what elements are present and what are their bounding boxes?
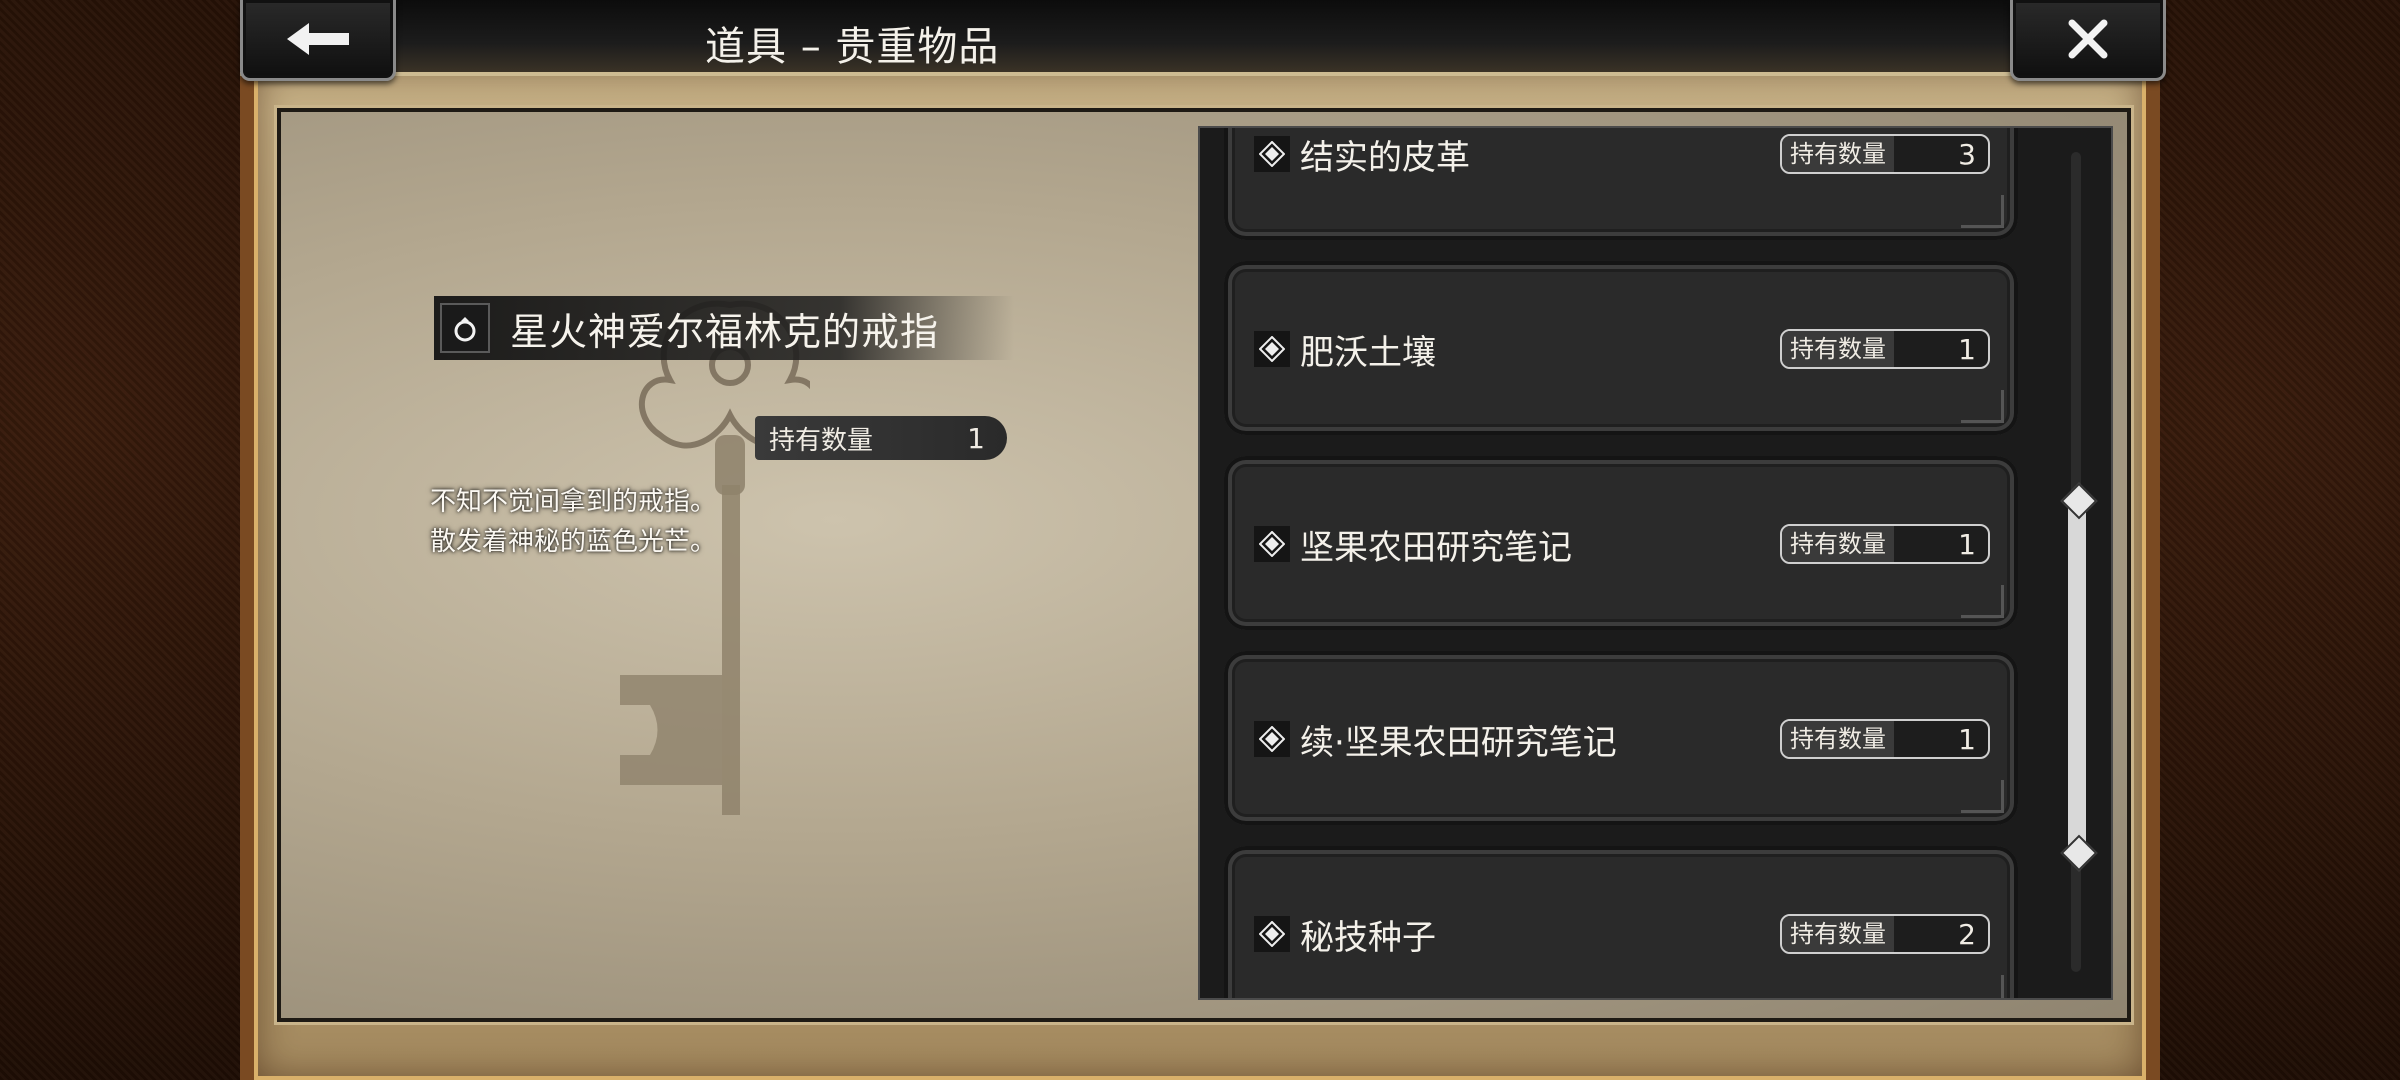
corner-ornament	[1961, 585, 2004, 618]
corner-ornament	[1961, 975, 2004, 998]
key-illustration	[620, 300, 810, 815]
left-leather-border	[0, 0, 240, 1080]
diamond-gem-icon	[1254, 136, 1290, 172]
item-count-badge: 持有数量 1	[1780, 524, 1990, 564]
count-label: 持有数量	[1782, 331, 1894, 367]
corner-ornament	[1961, 390, 2004, 423]
item-count-badge: 持有数量 1	[1780, 719, 1990, 759]
count-value: 3	[1958, 137, 1976, 171]
count-label: 持有数量	[769, 425, 874, 456]
close-x-icon	[2068, 19, 2108, 59]
selected-item-description: 不知不觉间拿到的戒指。 散发着神秘的蓝色光芒。	[430, 482, 716, 562]
selected-item-name: 星火神爱尔福林克的戒指	[510, 309, 940, 354]
diamond-gem-icon	[1254, 721, 1290, 757]
ring-icon	[440, 303, 490, 353]
count-label: 持有数量	[1782, 136, 1894, 172]
arrow-left-icon	[287, 23, 349, 55]
selected-item-count: 持有数量 1	[755, 416, 1007, 460]
item-name: 坚果农田研究笔记	[1300, 528, 1572, 568]
right-leather-border	[2160, 0, 2400, 1080]
count-label: 持有数量	[1782, 526, 1894, 562]
corner-ornament	[1961, 780, 2004, 813]
corner-ornament	[1961, 195, 2004, 228]
list-item[interactable]: 坚果农田研究笔记 持有数量 1	[1224, 456, 2018, 630]
scrollbar-thumb[interactable]	[2068, 496, 2086, 850]
count-value: 1	[1958, 527, 1976, 561]
count-label: 持有数量	[1782, 721, 1894, 757]
item-count-badge: 持有数量 1	[1780, 329, 1990, 369]
page-title: 道具 – 贵重物品	[705, 24, 1000, 70]
list-item[interactable]: 肥沃土壤 持有数量 1	[1224, 261, 2018, 435]
diamond-gem-icon	[1254, 526, 1290, 562]
list-item[interactable]: 结实的皮革 持有数量 3	[1224, 128, 2018, 240]
diamond-gem-icon	[1254, 331, 1290, 367]
item-name: 肥沃土壤	[1300, 333, 1436, 373]
item-name: 秘技种子	[1300, 918, 1436, 958]
count-value: 1	[967, 421, 985, 455]
item-name: 结实的皮革	[1300, 138, 1470, 178]
item-count-badge: 持有数量 3	[1780, 134, 1990, 174]
item-list[interactable]: 结实的皮革 持有数量 3 肥沃土壤 持有数量 1 坚果农田研究笔记 持有数量 1	[1198, 126, 2113, 1000]
close-button[interactable]	[2010, 0, 2166, 81]
count-value: 1	[1958, 722, 1976, 756]
list-item[interactable]: 秘技种子 持有数量 2	[1224, 846, 2018, 998]
top-bar: 道具 – 贵重物品	[240, 0, 2160, 76]
count-value: 2	[1958, 917, 1976, 951]
description-line: 不知不觉间拿到的戒指。	[430, 487, 717, 517]
description-line: 散发着神秘的蓝色光芒。	[430, 527, 717, 557]
count-label: 持有数量	[1782, 916, 1894, 952]
selected-item-title-bar: 星火神爱尔福林克的戒指	[434, 296, 1014, 360]
list-item[interactable]: 续·坚果农田研究笔记 持有数量 1	[1224, 651, 2018, 825]
count-value: 1	[1958, 332, 1976, 366]
back-button[interactable]	[240, 0, 396, 81]
item-count-badge: 持有数量 2	[1780, 914, 1990, 954]
diamond-gem-icon	[1254, 916, 1290, 952]
item-name: 续·坚果农田研究笔记	[1300, 723, 1617, 763]
